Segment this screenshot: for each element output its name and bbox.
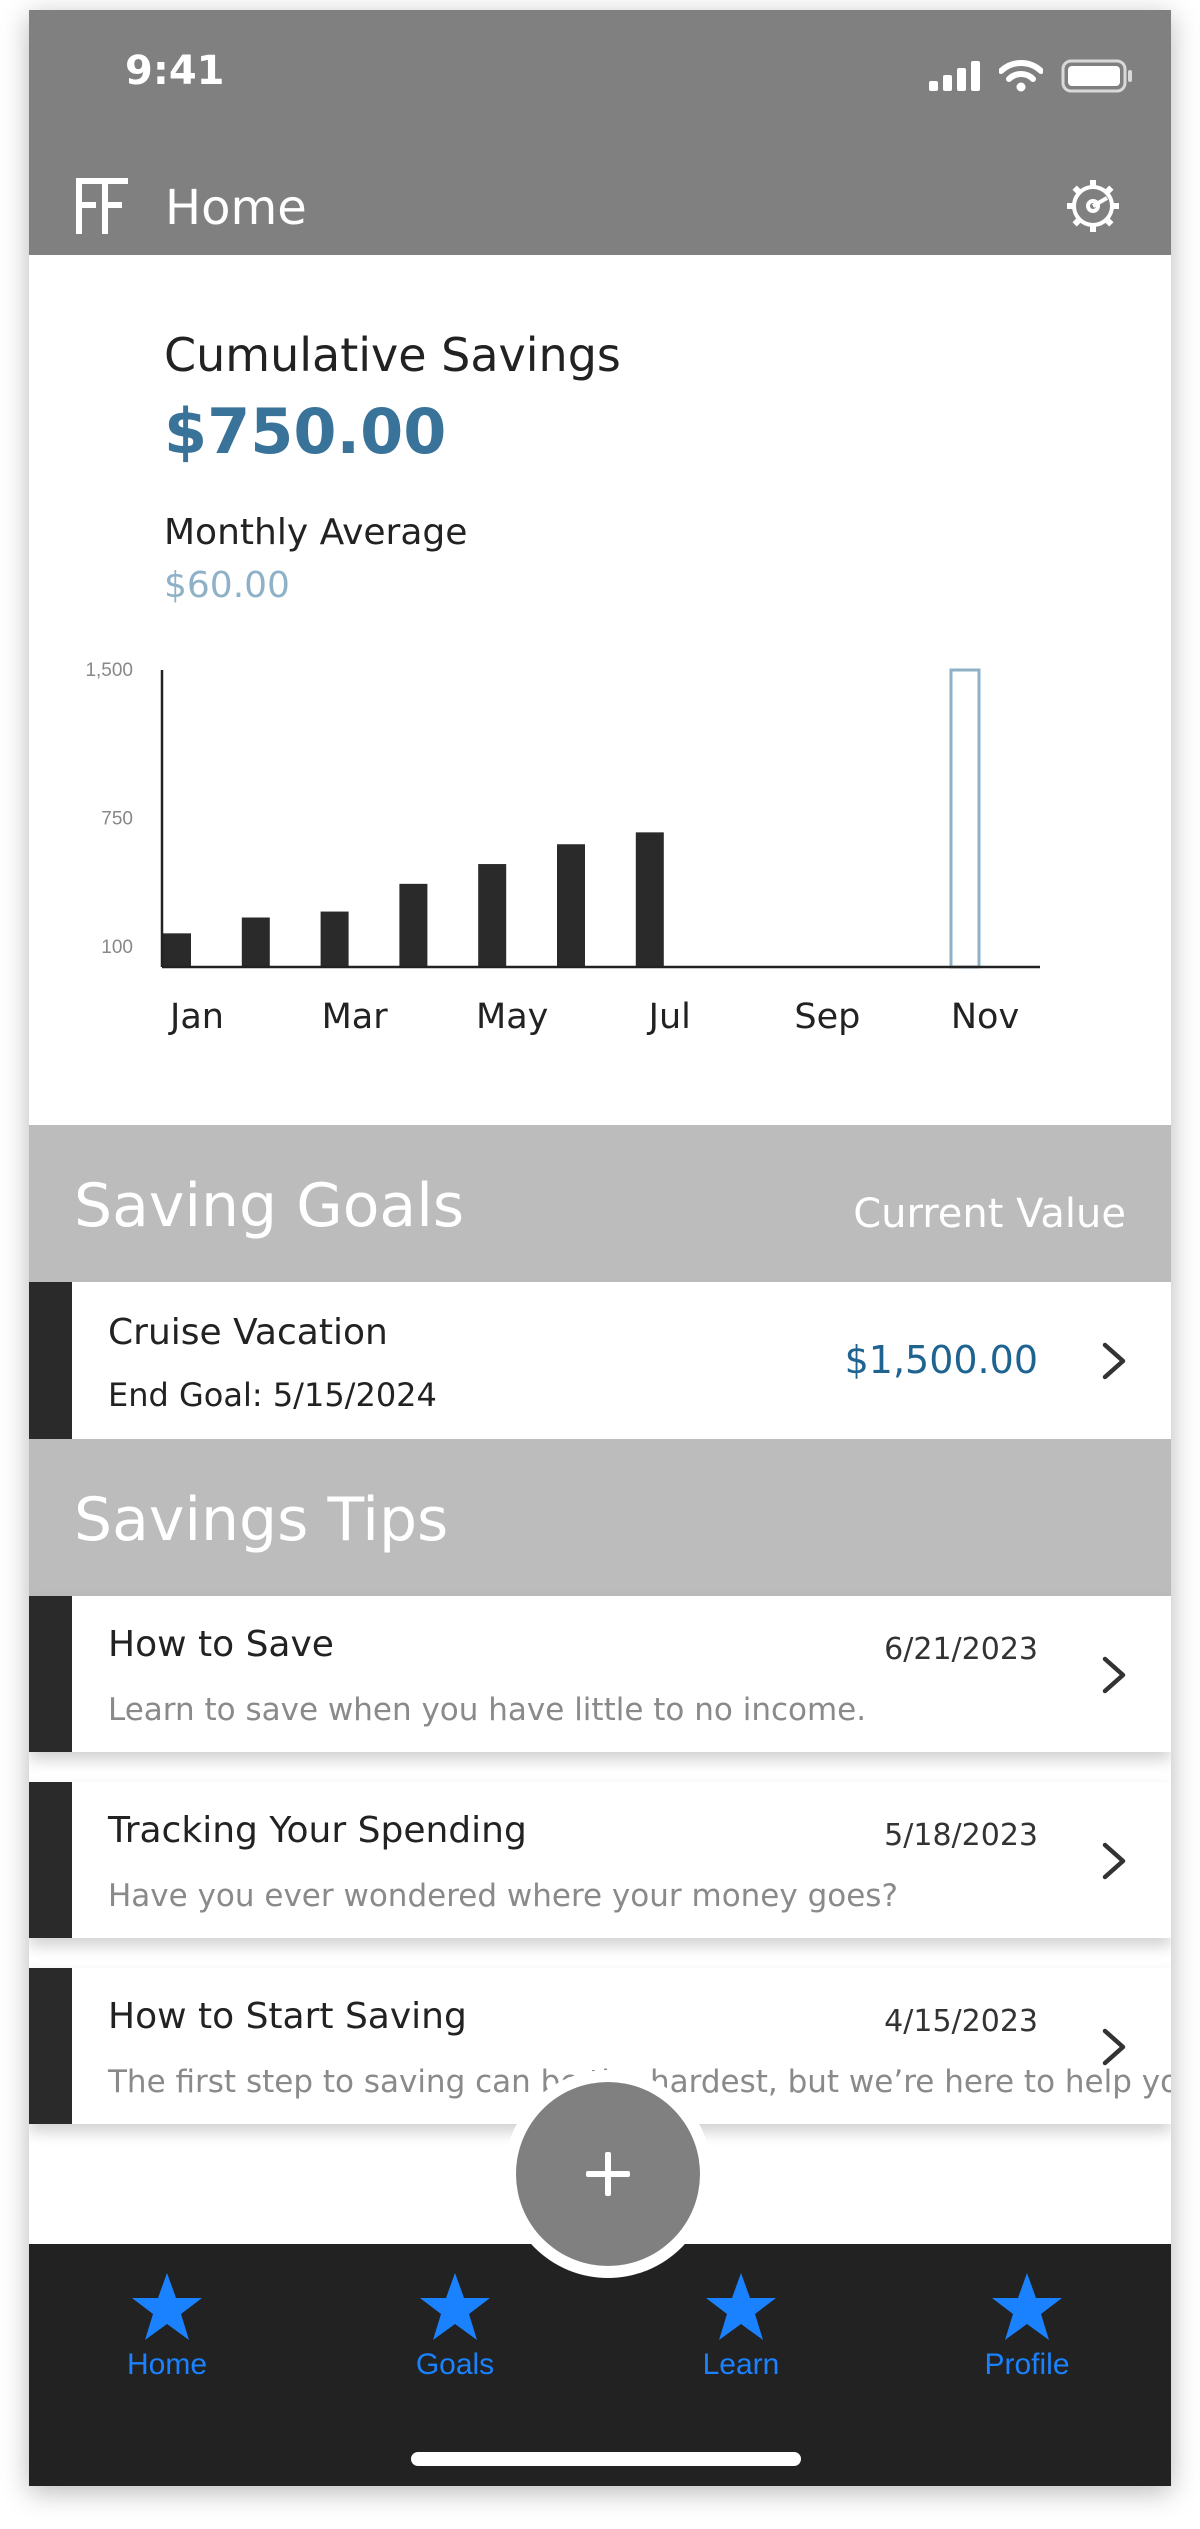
x-tick-label: Jan — [168, 997, 224, 1037]
tip-date: 6/21/2023 — [884, 1632, 1038, 1667]
goal-current-value: $1,500.00 — [844, 1338, 1038, 1382]
chart-bar — [478, 864, 507, 967]
bottom-tab-bar: Home Goals Learn Profile — [29, 2244, 1171, 2486]
plus-icon — [586, 2152, 630, 2196]
page-title: Home — [165, 180, 307, 236]
home-indicator — [411, 2452, 801, 2466]
y-tick-label: 750 — [101, 809, 133, 830]
tip-title: Tracking Your Spending — [108, 1810, 527, 1851]
chevron-right-icon — [1102, 1342, 1126, 1380]
tab-profile[interactable]: Profile — [927, 2270, 1127, 2390]
x-tick-label: Mar — [322, 997, 389, 1037]
tip-date: 4/15/2023 — [884, 2004, 1038, 2039]
card-accent-bar — [29, 1782, 72, 1938]
cumulative-savings-value: $750.00 — [164, 395, 447, 468]
cumulative-savings-label: Cumulative Savings — [164, 328, 621, 382]
tip-description: Learn to save when you have little to no… — [108, 1692, 867, 1728]
chart-bar — [635, 832, 664, 967]
star-icon — [992, 2273, 1062, 2340]
tab-home[interactable]: Home — [67, 2270, 267, 2390]
x-tick-label: May — [476, 997, 548, 1037]
y-tick-label: 1,500 — [85, 660, 133, 681]
card-accent-bar — [29, 1282, 72, 1439]
tip-title: How to Start Saving — [108, 1996, 467, 2037]
chart-bar — [163, 933, 191, 967]
chart-bar — [557, 844, 585, 967]
current-value-label: Current Value — [853, 1191, 1126, 1237]
chart-bar — [949, 668, 981, 969]
card-accent-bar — [29, 1968, 72, 2124]
savings-summary: Cumulative Savings $750.00 Monthly Avera… — [29, 255, 1171, 1125]
app-logo — [76, 178, 128, 234]
signal-icon — [929, 61, 980, 91]
chart-bar — [399, 883, 428, 967]
x-tick-label: Sep — [794, 997, 860, 1037]
status-icons — [929, 56, 1133, 96]
monthly-average-label: Monthly Average — [164, 512, 468, 553]
star-icon — [132, 2273, 202, 2340]
x-tick-label: Nov — [951, 997, 1019, 1037]
y-tick-label: 100 — [101, 937, 133, 958]
monthly-average-value: $60.00 — [164, 565, 290, 606]
star-icon — [706, 2273, 776, 2340]
savings-tips-header: Savings Tips — [29, 1439, 1171, 1596]
savings-tips-title: Savings Tips — [74, 1485, 449, 1555]
tip-title: How to Save — [108, 1624, 334, 1665]
tip-card[interactable]: How to Save 6/21/2023 Learn to save when… — [29, 1596, 1171, 1752]
tip-description: Have you ever wondered where your money … — [108, 1878, 898, 1914]
card-accent-bar — [29, 1596, 72, 1752]
app-header: 9:41 Home — [29, 10, 1171, 255]
tip-date: 5/18/2023 — [884, 1818, 1038, 1853]
tab-label: Learn — [702, 2348, 780, 2381]
tip-card[interactable]: Tracking Your Spending 5/18/2023 Have yo… — [29, 1782, 1171, 1938]
chart-bar — [320, 911, 349, 967]
goal-name: Cruise Vacation — [108, 1312, 388, 1353]
battery-icon — [1061, 59, 1132, 93]
tab-label: Goals — [415, 2348, 495, 2381]
settings-gear-icon[interactable] — [1063, 176, 1123, 236]
chevron-right-icon — [1102, 2028, 1126, 2066]
savings-bar-chart: 1,500 750 100 Jan Mar May Jul Sep Nov — [85, 660, 1040, 1037]
add-button[interactable] — [504, 2070, 712, 2278]
phone-screen: 9:41 Home Cumulative Savings $750.00 Mon… — [29, 10, 1171, 2486]
tab-label: Profile — [984, 2348, 1070, 2381]
goal-end-date: End Goal: 5/15/2024 — [108, 1376, 437, 1414]
chevron-right-icon — [1102, 1842, 1126, 1880]
add-button-body[interactable] — [516, 2082, 700, 2266]
tab-label: Home — [126, 2348, 208, 2381]
wifi-icon — [999, 60, 1043, 92]
star-icon — [420, 2273, 490, 2340]
chart-bar — [241, 917, 270, 967]
goal-card[interactable]: Cruise Vacation End Goal: 5/15/2024 $1,5… — [29, 1282, 1171, 1439]
saving-goals-title: Saving Goals — [74, 1171, 465, 1241]
x-tick-label: Jul — [647, 997, 691, 1037]
status-time: 9:41 — [125, 48, 225, 94]
saving-goals-header: Saving Goals Current Value — [29, 1125, 1171, 1282]
chevron-right-icon — [1102, 1656, 1126, 1694]
tab-learn[interactable]: Learn — [641, 2270, 841, 2390]
tab-goals[interactable]: Goals — [355, 2270, 555, 2390]
